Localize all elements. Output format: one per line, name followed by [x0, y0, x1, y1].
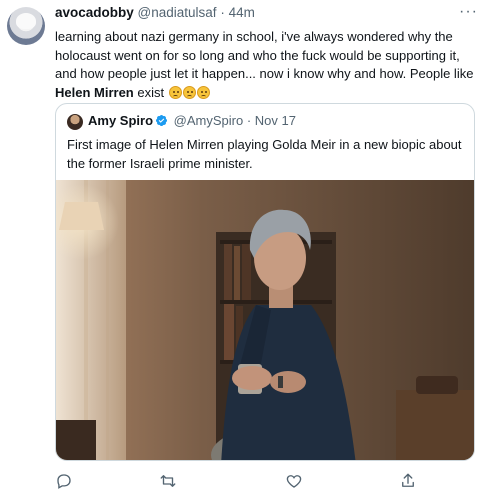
avatar[interactable] [7, 7, 45, 45]
tweet-header: avocadobby @nadiatulsaf · 44m [55, 5, 255, 20]
share-icon[interactable] [399, 472, 417, 490]
worried-face-icon [196, 85, 210, 99]
more-options-icon[interactable]: ··· [459, 3, 478, 21]
tweet-text-end: exist [133, 84, 165, 100]
tweet[interactable]: avocadobby @nadiatulsaf · 44m ··· learni… [0, 0, 482, 497]
tweet-text-bold: Helen Mirren [55, 84, 134, 100]
author-name[interactable]: avocadobby [55, 5, 134, 20]
tweet-actions [55, 472, 475, 492]
author-handle[interactable]: @nadiatulsaf [138, 5, 217, 20]
quoted-timestamp[interactable]: Nov 17 [255, 113, 296, 128]
tweet-text: learning about nazi germany in school, i… [55, 28, 475, 102]
worried-face-icon [182, 85, 196, 99]
quoted-author-handle[interactable]: @AmySpiro [174, 113, 244, 128]
separator: · [220, 5, 225, 20]
quoted-header: Amy Spiro @AmySpiro · Nov 17 [88, 113, 296, 128]
quoted-author-name[interactable]: Amy Spiro [88, 113, 153, 128]
worried-face-icon [168, 85, 182, 99]
tweet-photo[interactable] [56, 180, 474, 460]
tweet-text-main: learning about nazi germany in school, i… [55, 29, 474, 81]
separator: · [246, 113, 252, 128]
retweet-icon[interactable] [159, 472, 177, 490]
quoted-text: First image of Helen Mirren playing Gold… [67, 137, 462, 171]
verified-badge-icon [155, 114, 168, 127]
quoted-avatar[interactable] [67, 114, 83, 130]
photo-scene [56, 180, 474, 460]
like-icon[interactable] [285, 472, 303, 490]
reply-icon[interactable] [55, 472, 73, 490]
quoted-tweet[interactable]: Amy Spiro @AmySpiro · Nov 17 First image… [55, 103, 475, 461]
timestamp[interactable]: 44m [229, 5, 255, 20]
